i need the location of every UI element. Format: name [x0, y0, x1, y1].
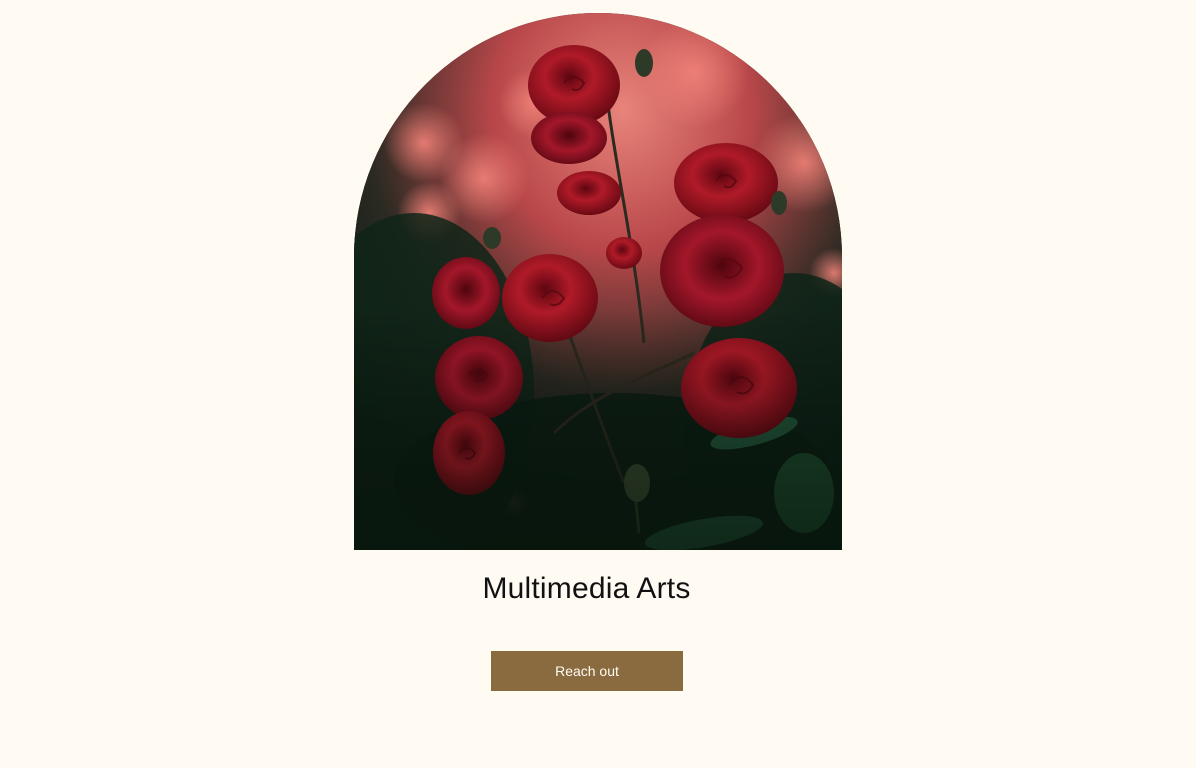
page-title: Multimedia Arts	[482, 572, 691, 605]
page: Multimedia Arts Reach out	[0, 0, 1196, 768]
reach-out-button[interactable]: Reach out	[491, 651, 683, 691]
hero-image-roses	[354, 13, 842, 550]
roses-illustration	[354, 13, 842, 550]
